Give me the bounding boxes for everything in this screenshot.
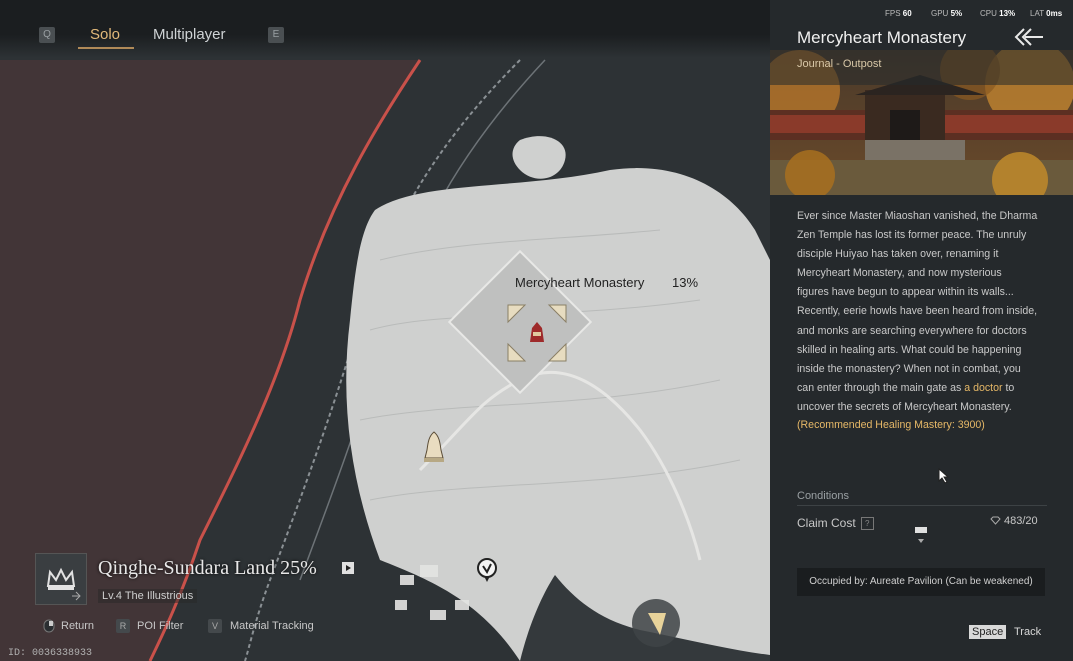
bell-waypoint-icon[interactable] <box>422 430 446 464</box>
conditions-label: Conditions <box>797 490 849 502</box>
monastery-marker-icon[interactable] <box>505 302 569 364</box>
space-key: Space <box>969 625 1007 639</box>
lat-label: LAT <box>1030 9 1044 18</box>
material-tracking-key: V <box>208 619 222 633</box>
desc-line: inside the monastery? When not in combat… <box>797 362 1021 375</box>
desc-line: figures have begun to appear within its … <box>797 286 1014 299</box>
location-pin-icon[interactable] <box>476 557 498 583</box>
poi-progress: 13% <box>672 275 699 290</box>
desc-line: uncover the secrets of Mercyheart Monast… <box>797 400 1012 413</box>
location-artwork <box>770 50 1073 195</box>
tab-solo[interactable]: Solo <box>90 26 120 43</box>
occupied-status: Occupied by: Aureate Pavilion (Can be we… <box>797 568 1045 596</box>
recommended-mastery: (Recommended Healing Mastery: 3900) <box>797 419 985 431</box>
mouse-right-icon <box>43 619 55 633</box>
poi-label: Mercyheart Monastery <box>515 275 645 290</box>
desc-line: Recently, eerie howls have been heard fr… <box>797 305 1038 318</box>
region-rank[interactable]: Lv.4 The Illustrious <box>98 589 198 603</box>
play-arrow-icon[interactable] <box>342 562 354 574</box>
doctor-link[interactable]: a doctor <box>964 382 1002 394</box>
tab-multiplayer[interactable]: Multiplayer <box>153 26 226 43</box>
lat-value: 0ms <box>1046 9 1063 18</box>
player-compass-icon[interactable] <box>630 597 682 649</box>
region-emblem[interactable] <box>35 553 87 605</box>
prev-tab-key[interactable]: Q <box>39 27 55 43</box>
desc-line: Ever since Master Miaoshan vanished, the… <box>797 210 1038 222</box>
cpu-value: 13% <box>999 9 1016 18</box>
cpu-label: CPU <box>980 9 997 18</box>
panel-title: Mercyheart Monastery <box>797 28 967 47</box>
material-tracking-hint[interactable]: Material Tracking <box>230 620 314 632</box>
dropdown-handle-icon[interactable] <box>914 525 928 547</box>
region-name: Qinghe-Sundara Land 25% <box>98 557 317 579</box>
location-description: Ever since Master Miaoshan vanished, the… <box>797 207 1052 417</box>
world-map[interactable]: Q Solo Multiplayer E Mercyheart Monaster… <box>0 0 770 661</box>
track-button[interactable]: Track <box>1014 626 1041 638</box>
poi-filter-key: R <box>116 619 130 633</box>
claim-cost-number: 483/20 <box>1004 515 1038 527</box>
help-icon[interactable]: ? <box>860 517 874 530</box>
panel-subtitle: Journal - Outpost <box>797 58 882 70</box>
fps-stat: FPS 60 <box>885 9 912 18</box>
claim-cost: Claim Cost? <box>797 516 874 530</box>
gpu-stat: GPU 5% <box>931 9 962 18</box>
gem-icon <box>990 516 1001 525</box>
fps-label: FPS <box>885 9 901 18</box>
back-arrow-icon[interactable] <box>1012 26 1044 48</box>
desc-text: can enter through the main gate as <box>797 381 965 394</box>
return-hint[interactable]: Return <box>61 620 94 632</box>
conditions-divider <box>797 505 1047 506</box>
gpu-label: GPU <box>931 9 949 18</box>
desc-text: to <box>1002 381 1015 394</box>
claim-cost-label: Claim Cost <box>797 516 856 530</box>
monastery-illustration <box>770 50 1073 195</box>
latency-stat: LAT 0ms <box>1030 9 1062 18</box>
gpu-value: 5% <box>950 9 963 18</box>
poi-filter-hint[interactable]: POI Filter <box>137 620 183 632</box>
crown-icon <box>46 567 81 601</box>
desc-line: Mercyheart Monastery, and now mysterious <box>797 267 1002 280</box>
desc-line: and monks are searching everywhere for d… <box>797 324 1027 337</box>
player-id: ID: 0036338933 <box>8 648 93 659</box>
tab-underline <box>78 47 134 49</box>
desc-line: skilled in healing arts. What could be h… <box>797 343 1022 356</box>
claim-cost-value: 483/20 <box>990 515 1038 527</box>
desc-line: Zen Temple has lost its former peace. Th… <box>797 229 1027 242</box>
location-panel: FPS 60 GPU 5% CPU 13% LAT 0ms Mercyheart… <box>770 0 1073 661</box>
mouse-cursor-icon <box>938 468 950 484</box>
desc-line: disciple Huiyao has taken over, renaming… <box>797 248 999 261</box>
cpu-stat: CPU 13% <box>980 9 1015 18</box>
desc-line: can enter through the main gate as a doc… <box>797 379 1052 398</box>
fps-value: 60 <box>902 9 912 18</box>
next-tab-key[interactable]: E <box>268 27 284 43</box>
